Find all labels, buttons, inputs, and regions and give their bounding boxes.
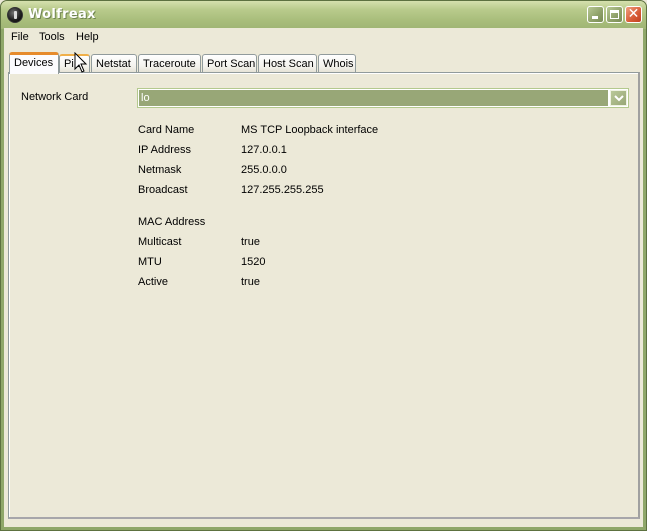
tab-netstat[interactable]: Netstat [91, 54, 137, 73]
detail-value: MS TCP Loopback interface [241, 124, 379, 136]
tab-whois[interactable]: Whois [318, 54, 356, 73]
tab-port-scan[interactable]: Port Scan [202, 54, 257, 73]
close-button[interactable]: ✕ [625, 6, 642, 23]
detail-row-active: Active true [138, 276, 438, 290]
menu-file[interactable]: File [8, 29, 32, 45]
detail-value: 1520 [241, 256, 266, 268]
maximize-button[interactable] [606, 6, 623, 23]
detail-value: 127.255.255.255 [241, 184, 324, 196]
detail-row-ip-address: IP Address 127.0.0.1 [138, 144, 438, 158]
detail-row-mtu: MTU 1520 [138, 256, 438, 270]
app-logo-icon[interactable] [7, 7, 23, 23]
client-area: File Tools Help Devices Pin Netstat Trac… [4, 28, 643, 527]
tab-host-scan[interactable]: Host Scan [258, 54, 317, 73]
tab-traceroute[interactable]: Traceroute [138, 54, 201, 73]
tab-devices[interactable]: Devices [9, 52, 59, 74]
close-icon: ✕ [627, 6, 640, 22]
detail-value: 127.0.0.1 [241, 144, 287, 156]
dropdown-button[interactable] [610, 90, 627, 106]
detail-key: MAC Address [138, 216, 206, 228]
detail-value: 255.0.0.0 [241, 164, 287, 176]
detail-key: Netmask [138, 164, 182, 176]
network-card-value[interactable]: lo [139, 90, 608, 106]
menu-tools[interactable]: Tools [36, 29, 68, 45]
window-title: Wolfreax [28, 7, 96, 22]
detail-key: Active [138, 276, 168, 288]
minimize-icon [592, 16, 598, 19]
title-bar[interactable]: Wolfreax ✕ [1, 1, 646, 29]
menu-bar: File Tools Help [4, 28, 643, 46]
detail-row-card-name: Card Name MS TCP Loopback interface [138, 124, 438, 138]
detail-key: Multicast [138, 236, 182, 248]
detail-key: Broadcast [138, 184, 188, 196]
detail-row-mac-address: MAC Address [138, 216, 438, 230]
detail-row-netmask: Netmask 255.0.0.0 [138, 164, 438, 178]
detail-key: Card Name [138, 124, 195, 136]
mouse-cursor-icon [74, 52, 88, 73]
devices-panel: Network Card lo Card Name MS TCP Loopbac… [8, 72, 640, 519]
detail-value: true [241, 276, 260, 288]
maximize-icon [610, 10, 619, 19]
menu-help[interactable]: Help [73, 29, 102, 45]
chevron-down-icon [614, 95, 624, 102]
detail-row-broadcast: Broadcast 127.255.255.255 [138, 184, 438, 198]
network-card-label: Network Card [21, 91, 89, 103]
application-window: Wolfreax ✕ File Tools Help Devices Pin N… [0, 0, 647, 531]
detail-key: MTU [138, 256, 162, 268]
detail-value: true [241, 236, 260, 248]
detail-key: IP Address [138, 144, 191, 156]
network-card-select[interactable]: lo [137, 88, 629, 108]
minimize-button[interactable] [587, 6, 604, 23]
detail-row-multicast: Multicast true [138, 236, 438, 250]
